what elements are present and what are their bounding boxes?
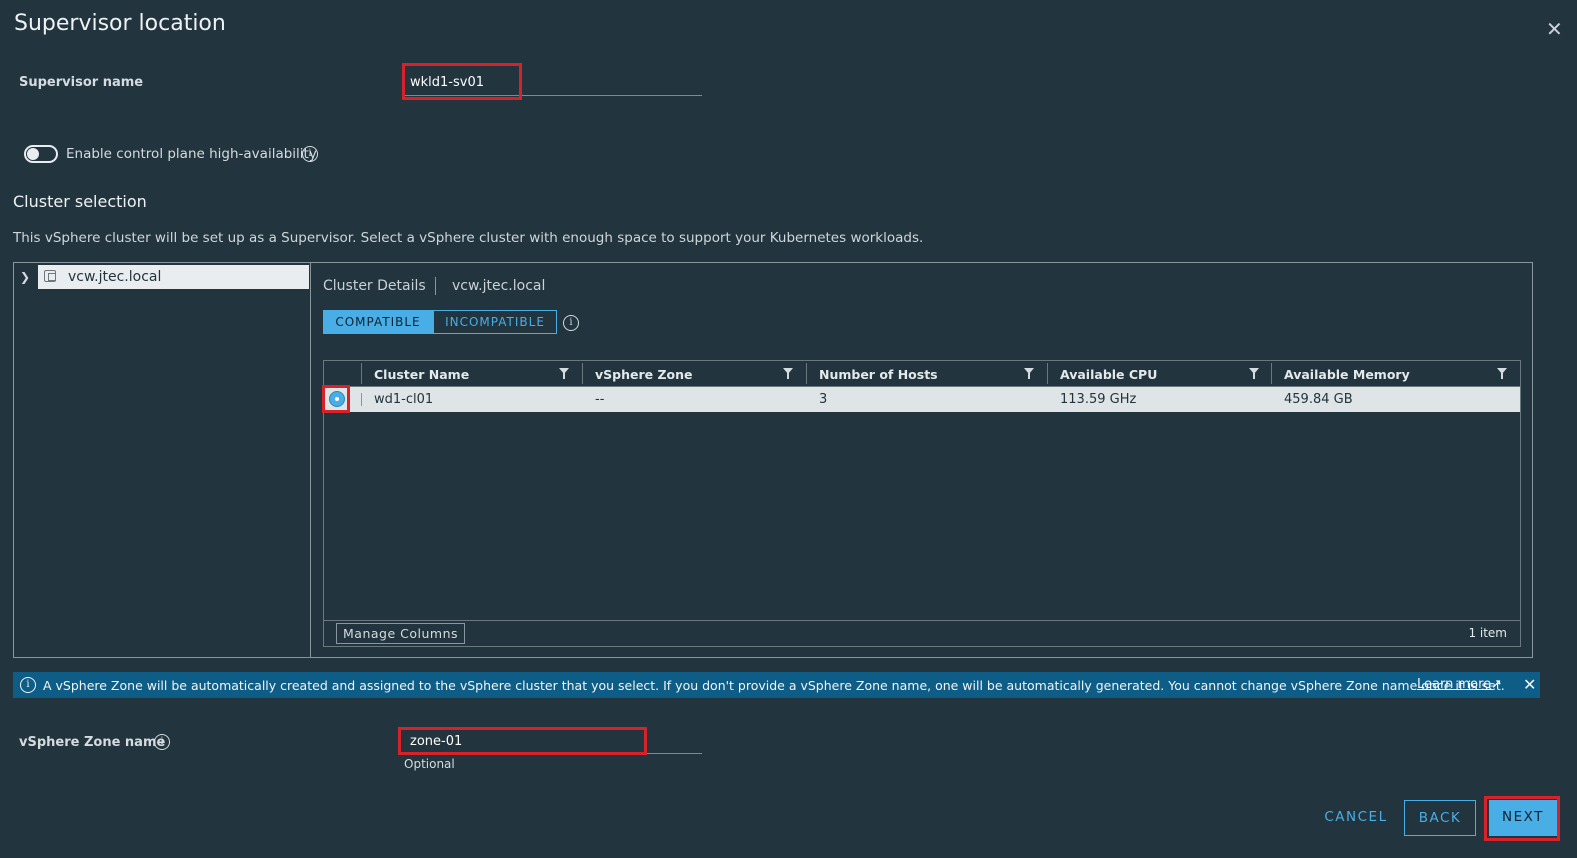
details-separator (435, 277, 436, 295)
column-header-available-cpu[interactable]: Available CPU (1060, 367, 1157, 382)
cluster-selection-description: This vSphere cluster will be set up as a… (13, 230, 924, 246)
supervisor-name-input[interactable] (410, 75, 690, 90)
cancel-button[interactable]: CANCEL (1318, 800, 1394, 836)
column-separator (582, 363, 583, 384)
filter-icon[interactable] (1024, 368, 1034, 379)
dialog-title: Supervisor location (14, 11, 226, 36)
tree-node-vcenter[interactable]: vcw.jtec.local (38, 265, 309, 289)
banner-text: A vSphere Zone will be automatically cre… (43, 678, 1505, 693)
item-count: 1 item (1468, 626, 1507, 640)
table-row[interactable]: wd1-cl01 -- 3 113.59 GHz 459.84 GB (324, 387, 1520, 412)
ha-toggle[interactable] (24, 145, 58, 163)
ha-toggle-label: Enable control plane high-availability (66, 146, 317, 162)
filter-icon[interactable] (783, 368, 793, 379)
tab-incompatible[interactable]: INCOMPATIBLE (433, 310, 557, 334)
external-link-icon[interactable]: ↗ (1491, 677, 1502, 692)
manage-columns-button[interactable]: Manage Columns (336, 623, 466, 644)
cluster-selection-heading: Cluster selection (13, 192, 147, 211)
cluster-details-host: vcw.jtec.local (452, 278, 546, 294)
column-header-cluster-name[interactable]: Cluster Name (374, 367, 469, 382)
tab-compatible[interactable]: COMPATIBLE (323, 310, 433, 334)
tree-divider (310, 263, 311, 657)
supervisor-name-field[interactable] (404, 67, 702, 96)
column-separator (806, 363, 807, 384)
filter-icon[interactable] (559, 368, 569, 379)
column-header-number-of-hosts[interactable]: Number of Hosts (819, 367, 938, 382)
zone-name-field[interactable] (404, 728, 702, 754)
grid-header: Cluster Name vSphere Zone Number of Host… (324, 361, 1520, 387)
zone-helper-text: Optional (404, 757, 455, 771)
filter-icon[interactable] (1497, 368, 1507, 379)
info-icon: i (20, 677, 36, 693)
learn-more-link[interactable]: Learn more (1417, 677, 1491, 692)
column-separator (1271, 363, 1272, 384)
grid-footer: Manage Columns 1 item (324, 620, 1520, 647)
zone-name-label: vSphere Zone name (19, 735, 166, 750)
column-separator (1047, 363, 1048, 384)
row-separator (361, 393, 362, 406)
next-button[interactable]: NEXT (1489, 800, 1557, 836)
cell-cluster-name: wd1-cl01 (374, 392, 434, 407)
supervisor-name-label: Supervisor name (19, 75, 144, 90)
cell-vsphere-zone: -- (595, 392, 605, 407)
filter-icon[interactable] (1249, 368, 1259, 379)
close-icon[interactable]: ✕ (1546, 19, 1564, 39)
cell-number-of-hosts: 3 (819, 392, 828, 407)
zone-name-input[interactable] (410, 734, 640, 749)
column-header-available-memory[interactable]: Available Memory (1284, 367, 1410, 382)
cell-available-cpu: 113.59 GHz (1060, 392, 1137, 407)
ha-info-icon[interactable]: i (302, 146, 318, 162)
banner-close-icon[interactable]: ✕ (1523, 675, 1536, 694)
column-header-vsphere-zone[interactable]: vSphere Zone (595, 367, 693, 382)
info-banner: i A vSphere Zone will be automatically c… (13, 672, 1540, 698)
compatibility-info-icon[interactable]: i (563, 315, 579, 331)
chevron-right-icon[interactable]: ❯ (20, 270, 30, 284)
column-separator (361, 363, 362, 384)
row-select-radio[interactable] (329, 391, 345, 407)
cluster-details-heading: Cluster Details (323, 278, 426, 294)
tree-node-label: vcw.jtec.local (68, 269, 162, 285)
cell-available-memory: 459.84 GB (1284, 392, 1353, 407)
toggle-knob (27, 148, 39, 160)
vcenter-icon-inner (48, 273, 56, 281)
back-button[interactable]: BACK (1404, 800, 1476, 836)
zone-info-icon[interactable]: i (154, 734, 170, 750)
